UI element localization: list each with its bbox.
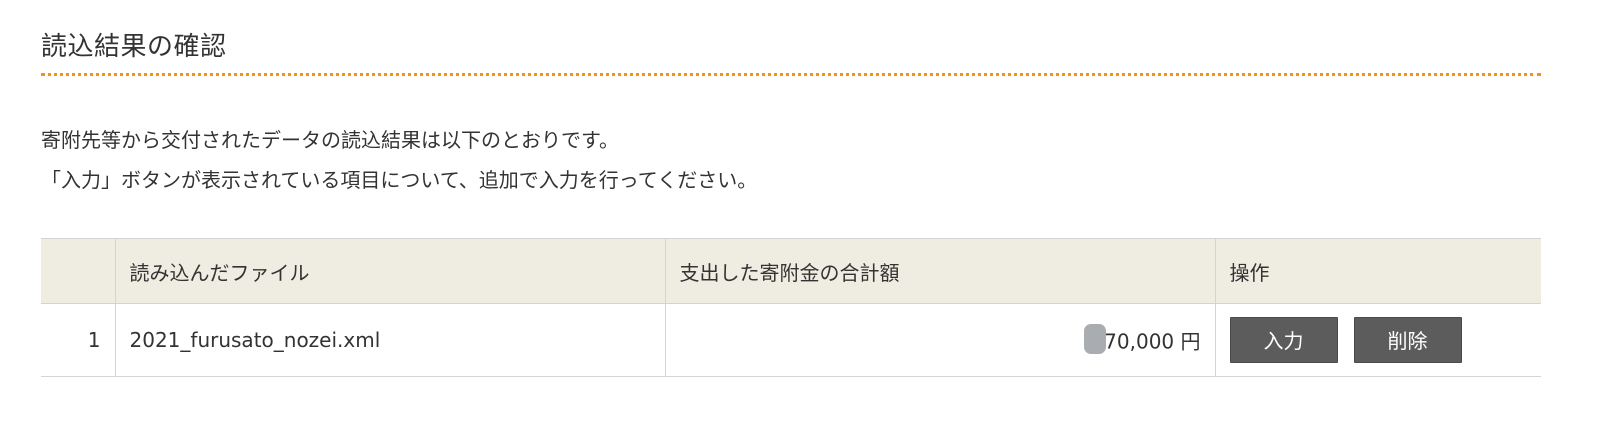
- table-row: 1 2021_furusato_nozei.xml 70,000 円 入力 削除: [41, 303, 1541, 377]
- file-name: 2021_furusato_nozei.xml: [114, 303, 666, 377]
- page-title: 読込結果の確認: [41, 32, 227, 62]
- title-divider: [41, 73, 1541, 76]
- delete-button[interactable]: 削除: [1353, 317, 1462, 363]
- header-number: [41, 238, 116, 304]
- header-amount: 支出した寄附金の合計額: [664, 238, 1216, 304]
- instructions: 寄附先等から交付されたデータの読込結果は以下のとおりです。 「入力」ボタンが表示…: [41, 120, 757, 200]
- actions-cell: 入力 削除: [1214, 303, 1541, 377]
- header-actions: 操作: [1214, 238, 1541, 304]
- amount-cell: 70,000 円: [664, 303, 1216, 377]
- results-table: 読み込んだファイル 支出した寄附金の合計額 操作 1 2021_furusato…: [41, 238, 1541, 377]
- instruction-line-2: 「入力」ボタンが表示されている項目について、追加で入力を行ってください。: [41, 168, 758, 192]
- donation-amount: 70,000 円: [1104, 329, 1201, 354]
- table-header-row: 読み込んだファイル 支出した寄附金の合計額 操作: [41, 238, 1541, 304]
- redaction-mask: [1084, 324, 1107, 354]
- instruction-line-1: 寄附先等から交付されたデータの読込結果は以下のとおりです。: [41, 128, 619, 152]
- row-number: 1: [41, 303, 116, 377]
- header-file: 読み込んだファイル: [114, 238, 666, 304]
- input-button[interactable]: 入力: [1229, 317, 1338, 363]
